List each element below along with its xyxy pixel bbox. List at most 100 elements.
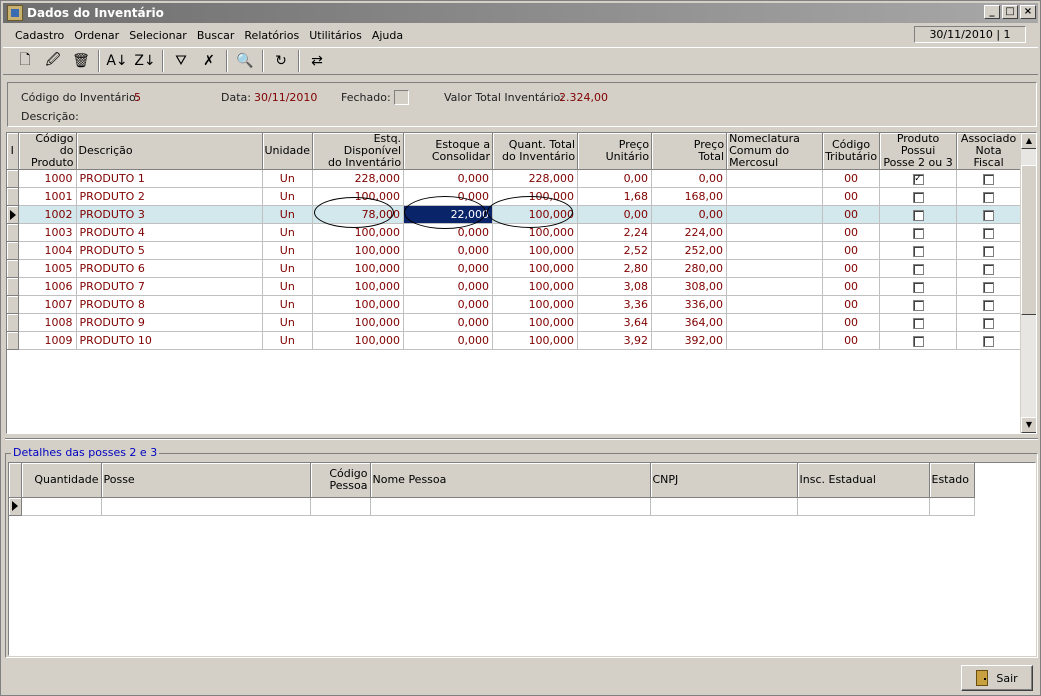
cell-ncm[interactable] xyxy=(726,259,824,278)
cell-ncm[interactable] xyxy=(726,241,824,260)
posse-checkbox[interactable] xyxy=(912,245,924,257)
posse-checkbox[interactable] xyxy=(912,191,924,203)
cell-preco-total[interactable]: 280,00 xyxy=(651,259,728,278)
cell-preco-total[interactable]: 0,00 xyxy=(651,169,728,188)
table-row[interactable]: 1009 PRODUTO 10 Un 100,000 0,000 100,000 3,92 3… xyxy=(7,331,1022,350)
col-ncm-header[interactable]: Nomeclatura Comum do Mercosul xyxy=(726,133,824,170)
details-new-row[interactable] xyxy=(9,497,975,516)
cell-estq[interactable]: 100,000 xyxy=(312,223,405,242)
menu-buscar[interactable]: Buscar xyxy=(192,29,240,42)
menu-ajuda[interactable]: Ajuda xyxy=(367,29,408,42)
table-row[interactable]: 1004 PRODUTO 5 Un 100,000 0,000 100,000 2,52 25… xyxy=(7,241,1022,260)
products-grid[interactable]: I Código do Produto Descrição Unidade Estq. D… xyxy=(6,132,1037,434)
col-preco-total-header[interactable]: Preço Total xyxy=(651,133,728,170)
cell-unidade[interactable]: Un xyxy=(262,187,314,206)
nf-checkbox[interactable] xyxy=(983,173,995,185)
col-nf-header[interactable]: Associado Nota Fiscal xyxy=(956,133,1022,170)
menu-cadastro[interactable]: Cadastro xyxy=(3,29,69,42)
products-scrollbar[interactable]: ▲ ▼ xyxy=(1020,133,1036,433)
cell-ncm[interactable] xyxy=(726,187,824,206)
cell-ncm[interactable] xyxy=(726,169,824,188)
posse-checkbox[interactable] xyxy=(912,317,924,329)
cell-consolidar[interactable]: 0,000 xyxy=(403,259,494,278)
cell-total[interactable]: 100,000 xyxy=(492,205,579,224)
col-trib-header[interactable]: Código Tributário xyxy=(822,133,881,170)
table-row[interactable]: 1005 PRODUTO 6 Un 100,000 0,000 100,000 2,80 28… xyxy=(7,259,1022,278)
cell-total[interactable]: 100,000 xyxy=(492,277,579,296)
sort-desc-button[interactable]: Z↓ xyxy=(131,49,159,73)
cell-total[interactable]: 100,000 xyxy=(492,331,579,350)
cell-unidade[interactable]: Un xyxy=(262,241,314,260)
cell-preco-total[interactable]: 392,00 xyxy=(651,331,728,350)
cell-trib[interactable]: 00 xyxy=(822,241,881,260)
cell-consolidar[interactable]: 0,000 xyxy=(403,169,494,188)
cell-unidade[interactable]: Un xyxy=(262,331,314,350)
det-col-estado-header[interactable]: Estado xyxy=(929,463,975,498)
cell-codigo[interactable]: 1004 xyxy=(18,241,77,260)
nf-checkbox[interactable] xyxy=(983,209,995,221)
close-button[interactable]: × xyxy=(1020,5,1036,19)
cell-trib[interactable]: 00 xyxy=(822,259,881,278)
nf-checkbox[interactable] xyxy=(983,263,995,275)
nf-checkbox[interactable] xyxy=(983,191,995,203)
cell-descricao[interactable]: PRODUTO 9 xyxy=(76,313,263,332)
cell-descricao[interactable]: PRODUTO 1 xyxy=(76,169,263,188)
table-row[interactable]: 1006 PRODUTO 7 Un 100,000 0,000 100,000 3,08 30… xyxy=(7,277,1022,296)
col-descricao-header[interactable]: Descrição xyxy=(76,133,263,170)
cell-trib[interactable]: 00 xyxy=(822,277,881,296)
col-estq-header[interactable]: Estq. Disponível do Inventário xyxy=(312,133,405,170)
posse-checkbox[interactable] xyxy=(912,299,924,311)
cell-preco-unit[interactable]: 1,68 xyxy=(577,187,653,206)
col-posse-header[interactable]: Produto Possui Posse 2 ou 3 xyxy=(879,133,958,170)
col-preco-unit-header[interactable]: Preço Unitário xyxy=(577,133,653,170)
cell-trib[interactable]: 00 xyxy=(822,187,881,206)
cell-preco-total[interactable]: 224,00 xyxy=(651,223,728,242)
cell-codigo[interactable]: 1008 xyxy=(18,313,77,332)
cell-codigo[interactable]: 1009 xyxy=(18,331,77,350)
cell-ncm[interactable] xyxy=(726,205,824,224)
cell-codigo[interactable]: 1005 xyxy=(18,259,77,278)
details-grid[interactable]: Quantidade Posse Código Pessoa Nome Pessoa CN… xyxy=(8,462,1036,656)
cell-preco-unit[interactable]: 3,08 xyxy=(577,277,653,296)
nf-checkbox[interactable] xyxy=(983,227,995,239)
cell-consolidar[interactable]: 0,000 xyxy=(403,241,494,260)
det-col-cnpj-header[interactable]: CNPJ xyxy=(650,463,798,498)
delete-button[interactable]: 🗑 xyxy=(67,49,95,73)
cell-codigo[interactable]: 1001 xyxy=(18,187,77,206)
det-col-nome-pessoa-header[interactable]: Nome Pessoa xyxy=(370,463,651,498)
cell-descricao[interactable]: PRODUTO 8 xyxy=(76,295,263,314)
menu-utilitarios[interactable]: Utilitários xyxy=(304,29,367,42)
panel-splitter[interactable] xyxy=(5,438,1038,440)
det-col-quantidade-header[interactable]: Quantidade xyxy=(21,463,102,498)
cell-preco-unit[interactable]: 2,24 xyxy=(577,223,653,242)
cell-preco-total[interactable]: 0,00 xyxy=(651,205,728,224)
cell-ncm[interactable] xyxy=(726,277,824,296)
cell-trib[interactable]: 00 xyxy=(822,295,881,314)
posse-checkbox[interactable] xyxy=(912,281,924,293)
refresh-button[interactable]: ↻ xyxy=(267,49,295,73)
cell-estq[interactable]: 100,000 xyxy=(312,331,405,350)
cell-preco-unit[interactable]: 3,92 xyxy=(577,331,653,350)
posse-checkbox[interactable] xyxy=(912,227,924,239)
consolidate-button[interactable]: ⇄ xyxy=(303,49,331,73)
cell-unidade[interactable]: Un xyxy=(262,259,314,278)
cell-unidade[interactable]: Un xyxy=(262,295,314,314)
scroll-up-button[interactable]: ▲ xyxy=(1021,133,1036,149)
cell-preco-unit[interactable]: 2,52 xyxy=(577,241,653,260)
cell-codigo[interactable]: 1007 xyxy=(18,295,77,314)
cell-descricao[interactable]: PRODUTO 4 xyxy=(76,223,263,242)
filter-button[interactable]: ⛛ xyxy=(167,49,195,73)
cell-estq[interactable]: 78,000 xyxy=(312,205,405,224)
cell-preco-total[interactable]: 364,00 xyxy=(651,313,728,332)
posse-checkbox[interactable]: ✓ xyxy=(912,173,924,185)
cell-trib[interactable]: 00 xyxy=(822,313,881,332)
posse-checkbox[interactable] xyxy=(912,335,924,347)
cell-estq[interactable]: 100,000 xyxy=(312,313,405,332)
sort-asc-button[interactable]: A↓ xyxy=(103,49,131,73)
cell-descricao[interactable]: PRODUTO 2 xyxy=(76,187,263,206)
cell-preco-total[interactable]: 336,00 xyxy=(651,295,728,314)
posse-checkbox[interactable] xyxy=(912,209,924,221)
cell-preco-total[interactable]: 252,00 xyxy=(651,241,728,260)
cell-total[interactable]: 100,000 xyxy=(492,241,579,260)
fechado-checkbox[interactable] xyxy=(394,90,409,105)
